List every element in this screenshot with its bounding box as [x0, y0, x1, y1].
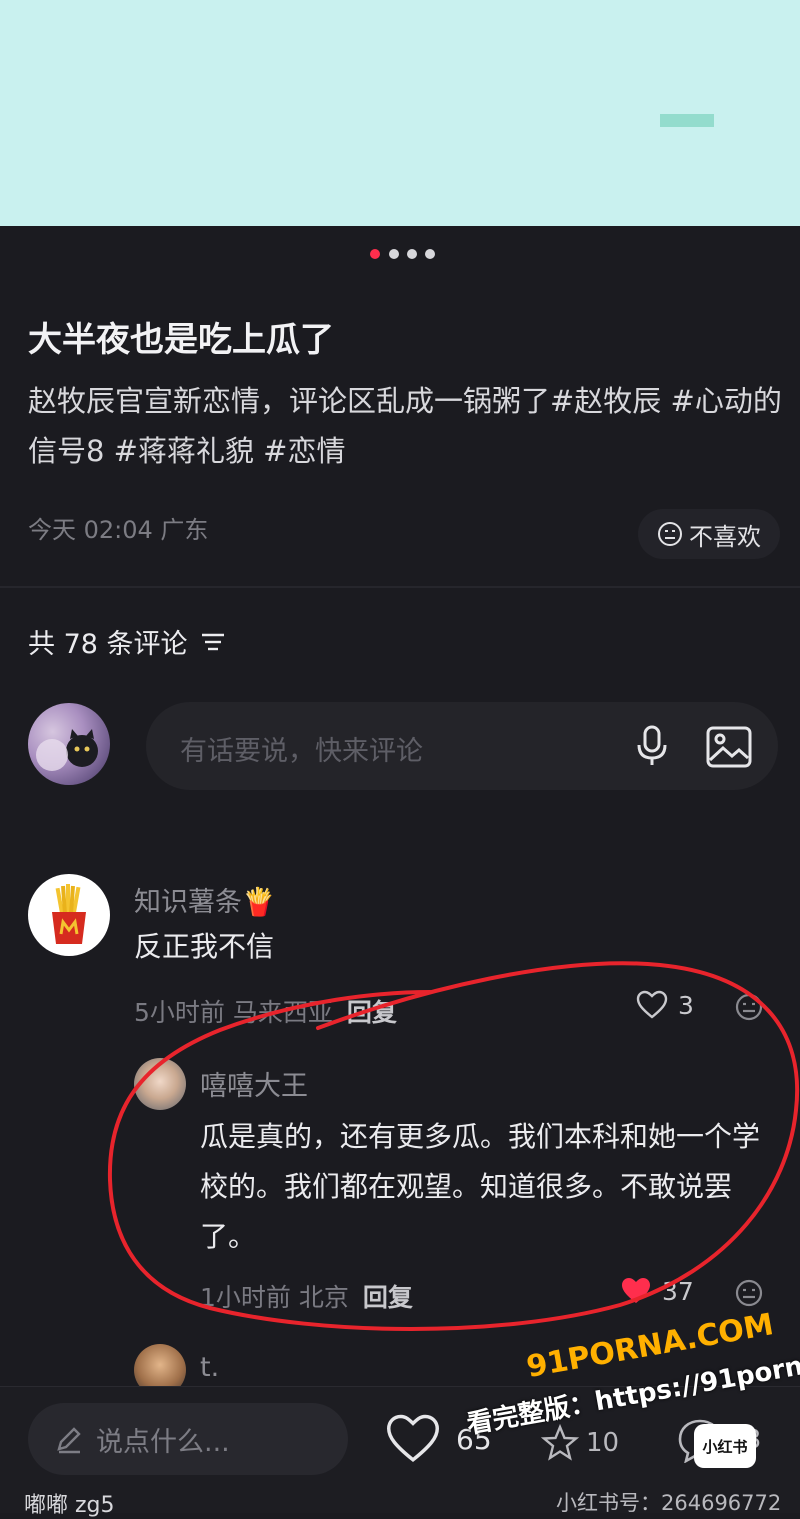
heart-filled-icon — [622, 1278, 650, 1303]
carousel-dot — [425, 249, 435, 259]
carousel-dot-active — [370, 249, 380, 259]
meh-face-icon[interactable] — [734, 1278, 764, 1308]
comment-meta: 5小时前 马来西亚 回复 — [134, 993, 397, 1029]
like-count: 37 — [662, 1276, 694, 1306]
reply-button[interactable]: 回复 — [347, 998, 397, 1027]
comment-like-button[interactable]: 3 — [636, 990, 694, 1020]
post-description: 赵牧辰官宣新恋情，评论区乱成一锅粥了#赵牧辰 #心动的信号8 #蒋蒋礼貌 #恋情 — [28, 384, 782, 468]
heart-outline-icon — [636, 990, 668, 1019]
commenter-avatar[interactable] — [134, 1058, 186, 1110]
post-meta: 今天 02:04 广东 — [28, 516, 209, 544]
post-image[interactable] — [0, 0, 800, 226]
bottom-action-bar: 说点什么... 65 10 78 嘟嘟 zg5 小红书号：264696772 — [0, 1386, 800, 1518]
comment-count-label: 共 78 条评论 — [28, 629, 188, 660]
heart-outline-icon — [386, 1414, 440, 1463]
carousel-dot — [407, 249, 417, 259]
say-something-placeholder: 说点什么... — [96, 1426, 230, 1458]
comment-input-placeholder: 有话要说，快来评论 — [180, 736, 423, 767]
comment-meta: 1小时前 北京 回复 — [200, 1278, 413, 1314]
star-icon — [540, 1423, 580, 1461]
carousel-dot — [389, 249, 399, 259]
post-collect-count: 10 — [586, 1428, 620, 1458]
say-something-input[interactable]: 说点什么... — [28, 1403, 348, 1475]
reply-button[interactable]: 回复 — [363, 1283, 413, 1312]
like-count: 3 — [678, 990, 694, 1020]
microphone-icon[interactable] — [634, 724, 670, 768]
xiaohongshu-badge: 小红书 — [694, 1424, 756, 1468]
post-collect-button[interactable]: 10 — [540, 1423, 619, 1463]
commenter-name[interactable]: 知识薯条🍟 — [134, 880, 276, 919]
dislike-label: 不喜欢 — [689, 522, 761, 551]
comment-text: 反正我不信 — [134, 930, 275, 963]
fries-icon — [52, 884, 86, 944]
cat-avatar-icon — [36, 729, 98, 771]
divider — [0, 586, 800, 588]
post-title: 大半夜也是吃上瓜了 — [28, 320, 334, 360]
footer-username: 嘟嘟 zg5 — [24, 1493, 115, 1518]
comment-text: 瓜是真的，还有更多瓜。我们本科和她一个学校的。我们都在观望。知道很多。不敢说罢了… — [200, 1120, 761, 1253]
sort-icon[interactable] — [200, 631, 226, 653]
user-avatar[interactable] — [28, 703, 110, 785]
comment-time-location: 1小时前 北京 — [200, 1283, 349, 1312]
footer-xhs-id: 小红书号：264696772 — [556, 1491, 782, 1515]
comment-like-button[interactable]: 37 — [620, 1276, 694, 1306]
commenter-avatar[interactable] — [28, 874, 110, 956]
image-fragment — [660, 114, 714, 127]
commenter-name[interactable]: t. — [200, 1352, 219, 1383]
comment-input[interactable]: 有话要说，快来评论 — [146, 702, 778, 790]
commenter-name[interactable]: 嘻嘻大王 — [200, 1064, 308, 1103]
meh-face-icon — [658, 522, 682, 546]
comment-count[interactable]: 共 78 条评论 — [28, 622, 226, 661]
pencil-icon — [57, 1427, 81, 1454]
comment-time-location: 5小时前 马来西亚 — [134, 998, 333, 1027]
meh-face-icon[interactable] — [734, 992, 764, 1022]
dislike-button[interactable]: 不喜欢 — [638, 509, 780, 559]
image-icon[interactable] — [706, 726, 752, 768]
